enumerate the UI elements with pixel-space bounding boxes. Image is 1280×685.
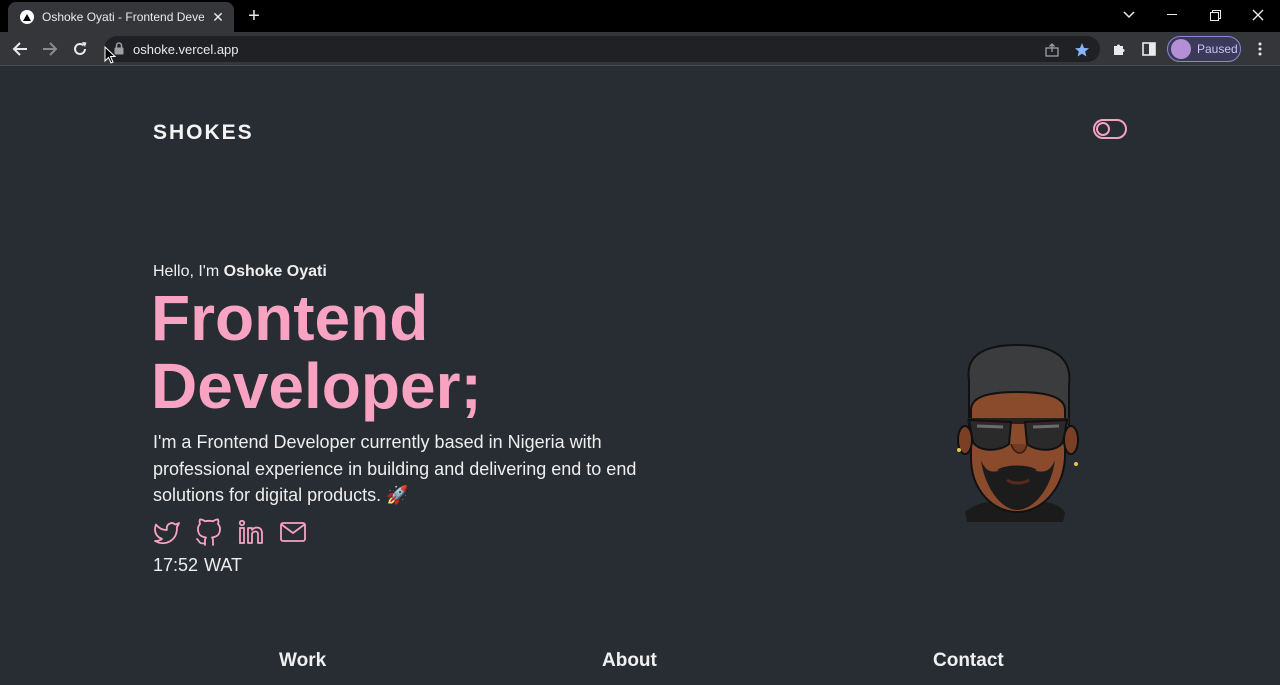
new-tab-icon[interactable]: + [244, 6, 264, 26]
nav-contact[interactable]: Contact [933, 650, 1004, 672]
toggle-knob [1096, 122, 1110, 136]
profile-button[interactable]: Paused [1167, 36, 1241, 62]
address-bar[interactable]: oshoke.vercel.app [104, 36, 1100, 62]
twitter-icon[interactable] [153, 518, 181, 546]
browser-tab[interactable]: Oshoke Oyati - Frontend Developer ✕ [8, 2, 234, 32]
github-icon[interactable] [195, 518, 223, 546]
local-time: 17:52 WAT [153, 555, 242, 576]
kebab-menu-icon[interactable] [1249, 38, 1271, 60]
close-tab-icon[interactable]: ✕ [210, 9, 226, 26]
nav-work[interactable]: Work [279, 650, 326, 672]
profile-status: Paused [1197, 42, 1238, 56]
greeting-name: Oshoke Oyati [223, 263, 327, 280]
tab-search-icon[interactable] [1117, 4, 1141, 26]
restore-icon[interactable] [1203, 4, 1227, 26]
avatar [1171, 39, 1191, 59]
share-icon[interactable] [1043, 41, 1061, 59]
close-window-icon[interactable] [1246, 4, 1270, 26]
theme-toggle[interactable] [1093, 119, 1127, 139]
clock-time: 17:52 [153, 555, 199, 575]
vercel-favicon-icon [20, 10, 34, 24]
mail-icon[interactable] [279, 518, 307, 546]
back-icon[interactable] [9, 38, 31, 60]
site-logo[interactable]: SHOKES [153, 121, 254, 145]
hero-description: I'm a Frontend Developer currently based… [153, 432, 637, 505]
greeting: Hello, I'm Oshoke Oyati [153, 263, 327, 280]
reload-icon[interactable] [69, 38, 91, 60]
browser-tab-bar: Oshoke Oyati - Frontend Developer ✕ + [0, 0, 1280, 32]
hero-headline: Frontend Developer; [151, 284, 482, 420]
nav-about[interactable]: About [602, 650, 657, 672]
browser-toolbar: oshoke.vercel.app Paused [0, 32, 1280, 66]
side-panel-icon[interactable] [1138, 38, 1160, 60]
url-text: oshoke.vercel.app [133, 42, 239, 57]
linkedin-icon[interactable] [237, 518, 265, 546]
bookmark-star-icon[interactable] [1073, 41, 1091, 59]
headline-line-1: Frontend [151, 282, 429, 354]
headline-line-2: Developer; [151, 350, 482, 422]
memoji-avatar [945, 340, 1090, 530]
tab-title: Oshoke Oyati - Frontend Developer [42, 10, 204, 24]
extensions-icon[interactable] [1108, 38, 1130, 60]
clock-timezone: WAT [204, 555, 243, 575]
minimize-icon[interactable] [1160, 4, 1184, 26]
forward-icon[interactable] [39, 38, 61, 60]
mouse-cursor-icon [104, 45, 117, 69]
social-links [153, 518, 307, 546]
